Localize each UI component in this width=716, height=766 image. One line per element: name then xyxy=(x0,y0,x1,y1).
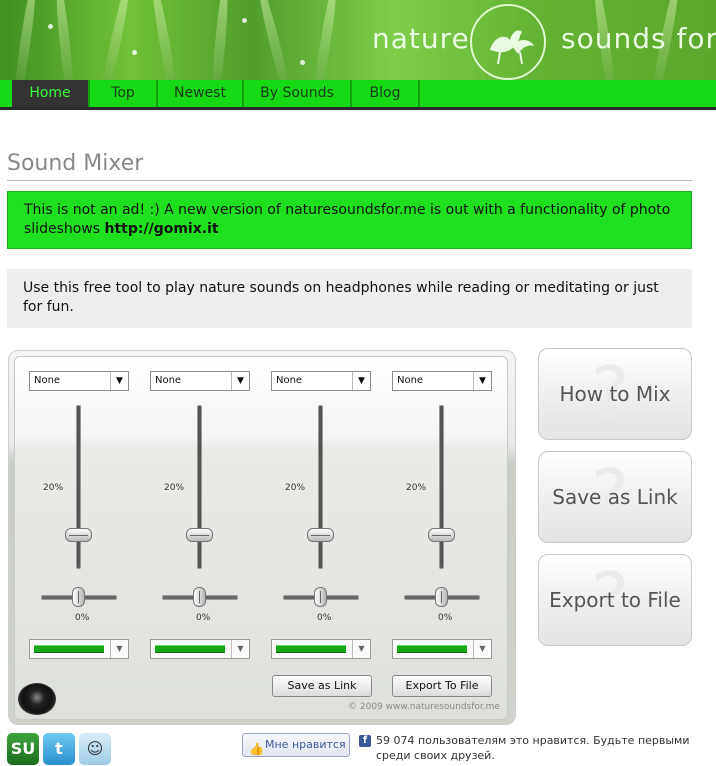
channel-1-sound-select[interactable]: None ▼ xyxy=(29,371,129,391)
stumbleupon-icon[interactable]: SU xyxy=(7,733,39,765)
save-as-link-side-button[interactable]: ? Save as Link xyxy=(538,451,692,543)
channel-3-sound-select[interactable]: None ▼ xyxy=(271,371,371,391)
channel-2-volume-knob[interactable] xyxy=(186,528,213,542)
channel-3-level-meter[interactable]: ▼ xyxy=(271,639,371,659)
channel-1-sound-value: None xyxy=(34,375,61,386)
title-divider xyxy=(7,180,692,181)
notice-banner: This is not an ad! :) A new version of n… xyxy=(7,191,692,249)
channel-2-volume-track[interactable] xyxy=(197,405,202,569)
channel-3-level-bar xyxy=(276,645,346,653)
channel-2-level-bar xyxy=(155,645,225,653)
channel-4-level-meter[interactable]: ▼ xyxy=(392,639,492,659)
nav-by-sounds[interactable]: By Sounds xyxy=(244,80,352,107)
channel-1-volume-knob[interactable] xyxy=(65,528,92,542)
copyright-text: © 2009 www.naturesoundsfor.me xyxy=(348,702,500,712)
channel-3-volume-knob[interactable] xyxy=(307,528,334,542)
page-title: Sound Mixer xyxy=(7,151,144,176)
notice-link[interactable]: http://gomix.it xyxy=(105,221,219,237)
chevron-down-icon[interactable]: ▼ xyxy=(473,372,491,390)
nav-blog[interactable]: Blog xyxy=(352,80,420,107)
channel-4-pan-label: 0% xyxy=(438,613,453,623)
facebook-like-button[interactable]: 👍 Мне нравится xyxy=(242,733,350,757)
chevron-down-icon[interactable]: ▼ xyxy=(352,372,370,390)
intro-text: Use this free tool to play nature sounds… xyxy=(7,269,692,328)
chevron-down-icon[interactable]: ▼ xyxy=(473,640,491,658)
like-count-text: 59 074 пользователям это нравится. Будьт… xyxy=(376,734,690,762)
channel-4-level-bar xyxy=(397,645,467,653)
channel-3-pan-knob[interactable] xyxy=(314,587,327,607)
logo-text-nature: nature xyxy=(372,22,470,55)
channel-1-volume-track[interactable] xyxy=(76,405,81,569)
nav-home[interactable]: Home xyxy=(12,80,90,107)
channel-4-volume-track[interactable] xyxy=(439,405,444,569)
channel-1-volume-label: 20% xyxy=(43,483,64,493)
export-to-file-side-button[interactable]: ? Export to File xyxy=(538,554,692,646)
export-to-file-label: Export to File xyxy=(549,588,681,612)
channel-1-pan-knob[interactable] xyxy=(72,587,85,607)
channel-1-pan-label: 0% xyxy=(75,613,90,623)
channel-4-pan-knob[interactable] xyxy=(435,587,448,607)
channel-4-sound-select[interactable]: None ▼ xyxy=(392,371,492,391)
chevron-down-icon[interactable]: ▼ xyxy=(110,372,128,390)
channel-3-pan-label: 0% xyxy=(317,613,332,623)
export-to-file-button[interactable]: Export To File xyxy=(392,675,492,697)
channel-2-sound-value: None xyxy=(155,375,182,386)
channel-1-level-bar xyxy=(34,645,104,653)
nav-newest[interactable]: Newest xyxy=(158,80,244,107)
nav-top[interactable]: Top xyxy=(90,80,158,107)
chevron-down-icon[interactable]: ▼ xyxy=(231,640,249,658)
site-header: nature sounds for . xyxy=(0,0,716,80)
speaker-icon[interactable] xyxy=(18,683,56,715)
reddit-icon[interactable]: ☺ xyxy=(79,733,111,765)
chevron-down-icon[interactable]: ▼ xyxy=(110,640,128,658)
channel-3-volume-label: 20% xyxy=(285,483,306,493)
facebook-icon: f xyxy=(359,735,371,747)
twitter-icon[interactable]: t xyxy=(43,733,75,765)
thumbs-up-icon: 👍 xyxy=(249,742,264,756)
save-as-link-label: Save as Link xyxy=(552,485,678,509)
channel-4-volume-label: 20% xyxy=(406,483,427,493)
like-button-label: Мне нравится xyxy=(265,738,346,751)
channel-3-volume-track[interactable] xyxy=(318,405,323,569)
channel-4-sound-value: None xyxy=(397,375,424,386)
channel-2-volume-label: 20% xyxy=(164,483,185,493)
how-to-mix-button[interactable]: ? How to Mix xyxy=(538,348,692,440)
save-as-link-button[interactable]: Save as Link xyxy=(272,675,372,697)
channel-1-level-meter[interactable]: ▼ xyxy=(29,639,129,659)
chevron-down-icon[interactable]: ▼ xyxy=(352,640,370,658)
channel-2-pan-knob[interactable] xyxy=(193,587,206,607)
main-nav: Home Top Newest By Sounds Blog xyxy=(0,80,716,110)
channel-3-sound-value: None xyxy=(276,375,303,386)
channel-2-level-meter[interactable]: ▼ xyxy=(150,639,250,659)
chevron-down-icon[interactable]: ▼ xyxy=(231,372,249,390)
channel-2-sound-select[interactable]: None ▼ xyxy=(150,371,250,391)
logo-text-sounds-for: sounds for . xyxy=(561,22,716,55)
channel-2-pan-label: 0% xyxy=(196,613,211,623)
channel-4-volume-knob[interactable] xyxy=(428,528,455,542)
logo-bird-icon[interactable] xyxy=(470,4,546,80)
how-to-mix-label: How to Mix xyxy=(559,382,671,406)
